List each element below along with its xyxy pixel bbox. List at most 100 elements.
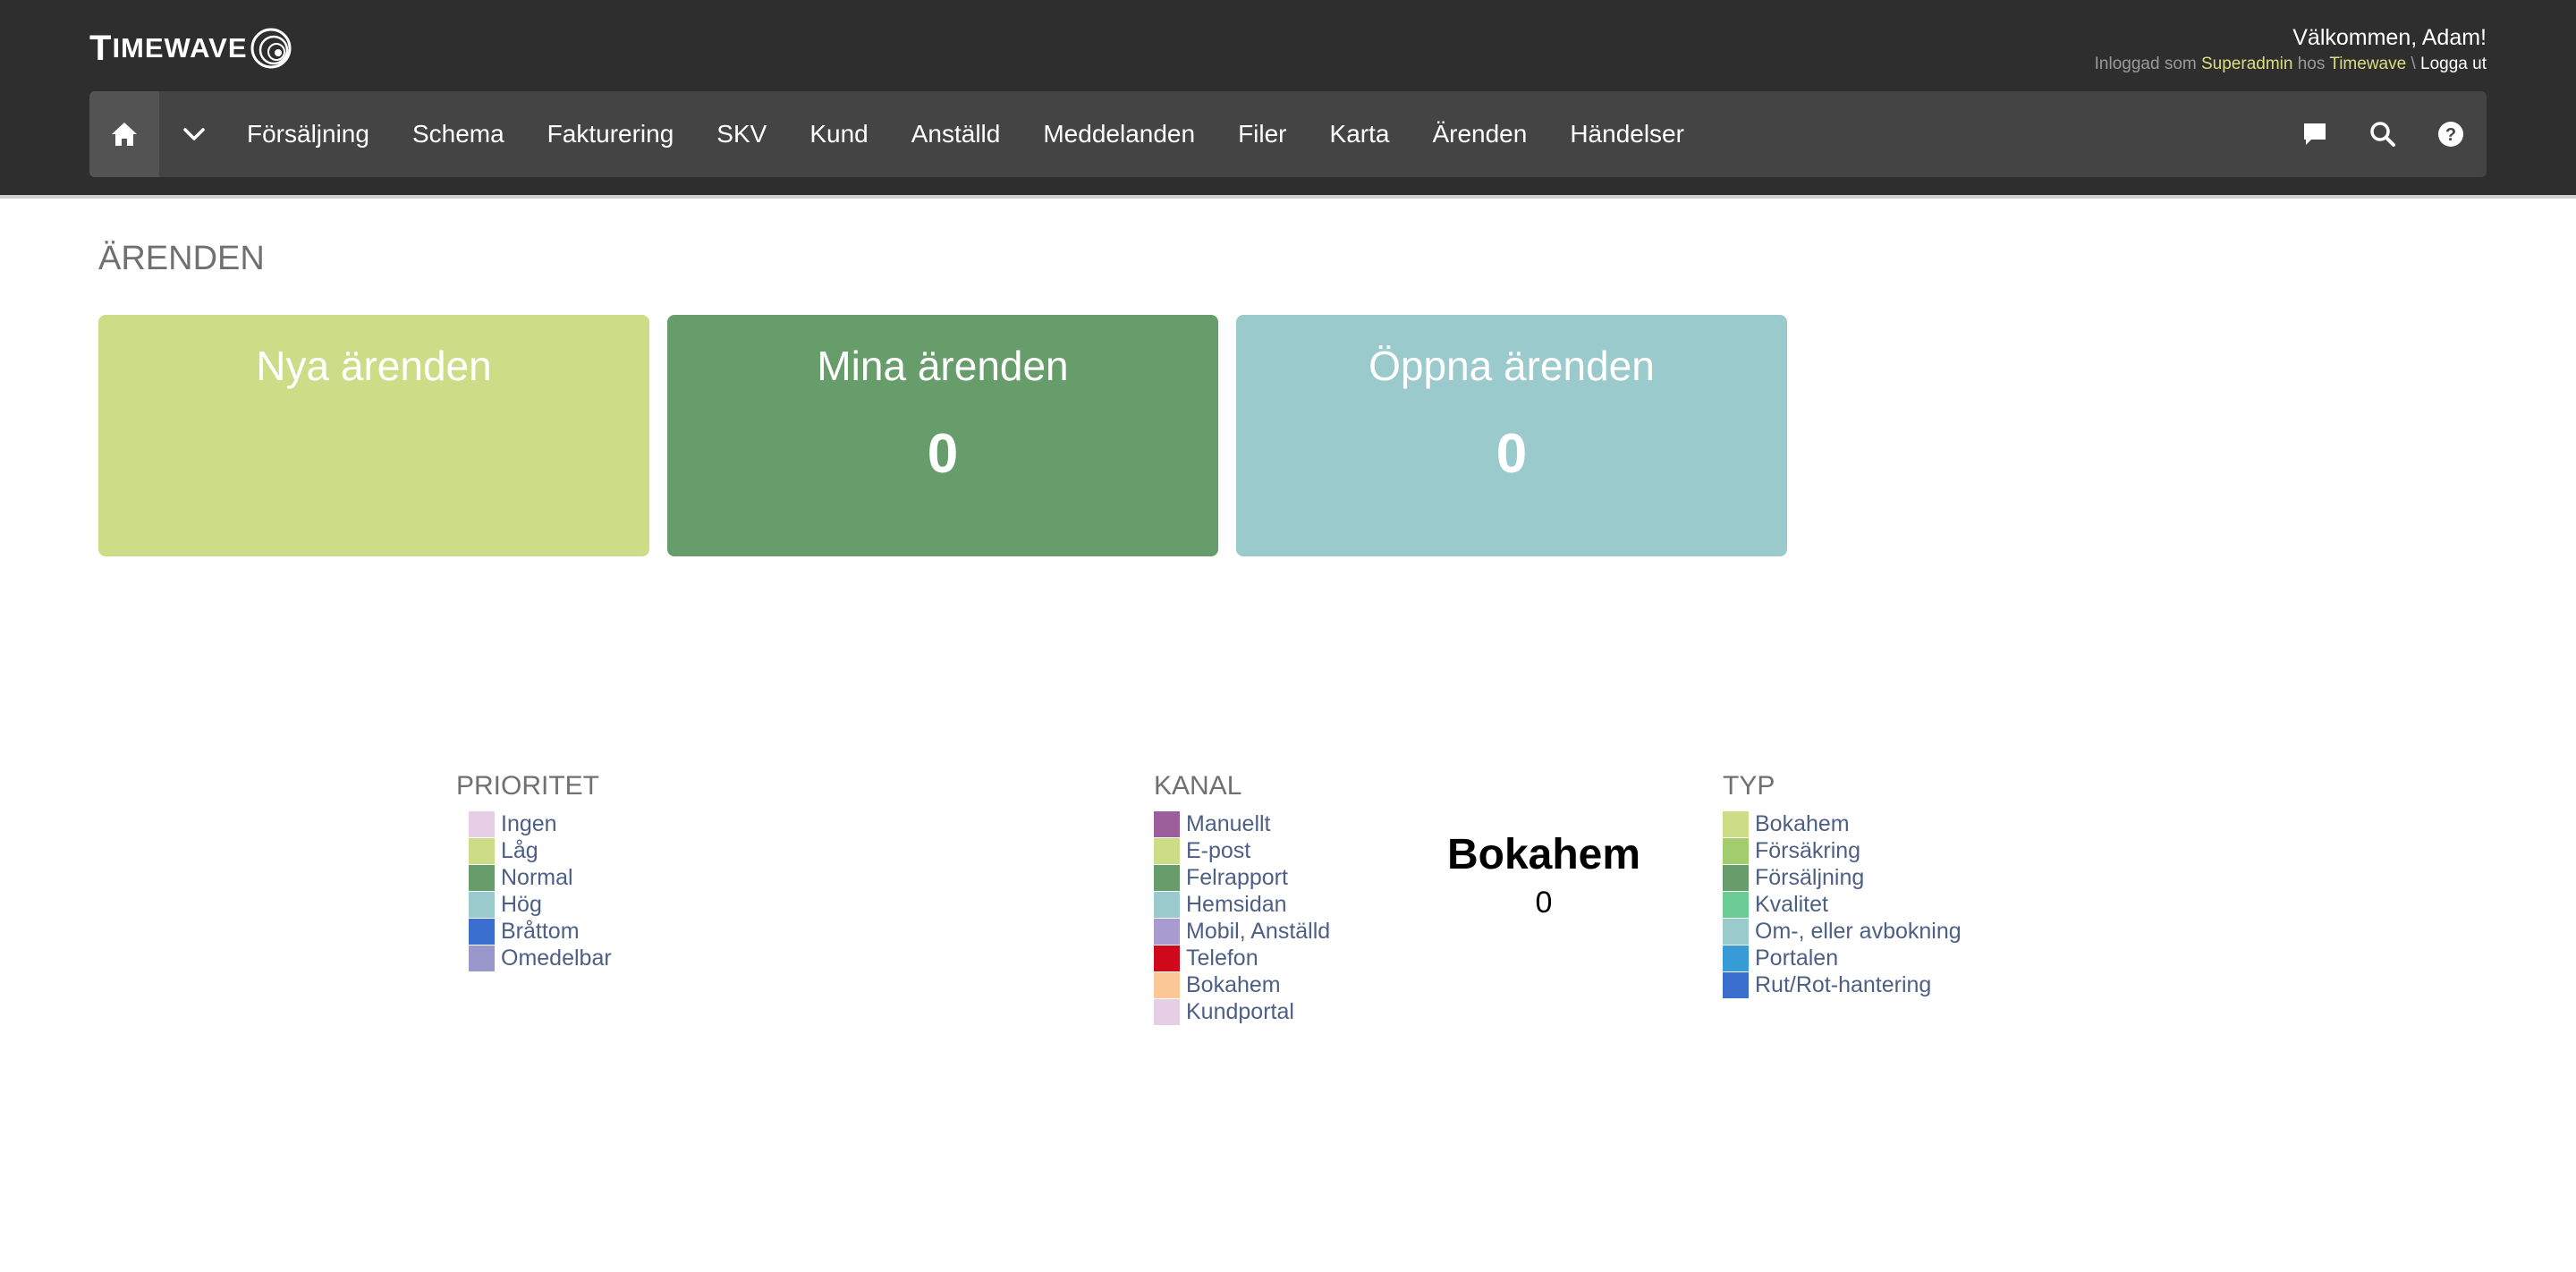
logo-text-cap: T [89,28,113,68]
card-nya-arenden[interactable]: Nya ärenden [98,315,649,556]
nav-item-schema[interactable]: Schema [412,120,504,148]
chat-button[interactable] [2299,118,2331,150]
legend-item[interactable]: Omedelbar [469,945,612,971]
chart-center-value: 0 [1535,886,1553,920]
card-oppna-arenden[interactable]: Öppna ärenden 0 [1236,315,1787,556]
legend-swatch [469,864,495,891]
nav-item-filer[interactable]: Filer [1238,120,1286,148]
card-title: Mina ärenden [817,343,1069,389]
nav-item-handelser[interactable]: Händelser [1570,120,1684,148]
legend-label: Bokahem [1755,810,1850,836]
legend-item[interactable]: Bokahem [1723,810,1962,837]
legend-label: Bråttom [501,918,580,944]
legend-swatch [1154,810,1180,837]
legend-item[interactable]: Telefon [1154,945,1330,971]
login-prefix: Inloggad som [2094,55,2197,73]
legend-item[interactable]: Felrapport [1154,864,1330,891]
logo-text: IMEWAVE [112,32,248,64]
card-mina-arenden[interactable]: Mina ärenden 0 [667,315,1218,556]
legend-swatch [1154,998,1180,1025]
search-button[interactable] [2367,118,2399,150]
timewave-logo[interactable]: T IMEWAVE [89,25,292,72]
legend-item[interactable]: Mobil, Anställd [1154,918,1330,945]
legend-item[interactable]: Om-, eller avbokning [1723,918,1962,945]
legend-item[interactable]: Bråttom [469,918,612,945]
svg-text:?: ? [2445,125,2456,145]
login-company-link[interactable]: Timewave [2329,55,2406,73]
legend-item[interactable]: Bokahem [1154,971,1330,998]
legend-item[interactable]: Kvalitet [1723,891,1962,918]
legend-item[interactable]: Portalen [1723,945,1962,971]
nav-item-kund[interactable]: Kund [809,120,868,148]
legend-swatch [469,891,495,918]
nav-item-fakturering[interactable]: Fakturering [547,120,674,148]
page-title: ÄRENDEN [98,240,265,277]
legend-item[interactable]: Försäkring [1723,837,1962,864]
legend-label: Ingen [501,810,557,836]
nav-dropdown-button[interactable] [163,91,225,177]
legend-item[interactable]: Försäljning [1723,864,1962,891]
card-value: 0 [927,423,959,485]
legend-title-prioritet: PRIORITET [456,771,600,801]
legend-label: Mobil, Anställd [1186,918,1331,944]
welcome-text: Välkommen, Adam! [2292,25,2487,50]
legend-swatch [469,810,495,837]
nav-item-skv[interactable]: SKV [716,120,767,148]
legend-swatch [1154,918,1180,945]
login-separator: \ [2411,55,2416,73]
legend-label: Manuellt [1186,810,1271,836]
legend-item[interactable]: Kundportal [1154,998,1330,1025]
nav-icon-group: ? [2263,91,2467,177]
legend-label: Portalen [1755,945,1839,971]
legend-swatch [1723,810,1749,837]
legend-label: Kundportal [1186,998,1294,1024]
legend-swatch [1154,837,1180,864]
legend-label: Telefon [1186,945,1258,971]
legend-swatch [469,945,495,971]
login-role-link[interactable]: Superadmin [2201,55,2292,73]
legend-kanal: Manuellt E-post Felrapport Hemsidan Mobil, A… [1154,810,1330,1025]
top-header: T IMEWAVE Välkommen, Adam! Inloggad som S… [0,0,2576,199]
legend-label: Försäljning [1755,864,1865,890]
legend-label: Felrapport [1186,864,1288,890]
legend-label: Om-, eller avbokning [1755,918,1962,944]
legend-swatch [1154,971,1180,998]
nav-item-forsaljning[interactable]: Försäljning [247,120,369,148]
legend-label: Kvalitet [1755,891,1828,917]
legend-title-kanal: KANAL [1154,771,1242,801]
legend-item[interactable]: Hög [469,891,612,918]
card-value: 0 [1496,423,1528,485]
legend-swatch [1723,837,1749,864]
legend-label: Låg [501,837,538,863]
legend-swatch [469,918,495,945]
nav-links: Försäljning Schema Fakturering SKV Kund … [247,91,1727,177]
card-title: Nya ärenden [256,343,492,389]
legend-swatch [1723,918,1749,945]
legend-item[interactable]: Ingen [469,810,612,837]
chat-icon [2304,123,2326,145]
nav-item-karta[interactable]: Karta [1330,120,1390,148]
legend-label: Hemsidan [1186,891,1287,917]
legend-prioritet: Ingen Låg Normal Hög Bråttom Omedelbar [469,810,612,971]
logout-link[interactable]: Logga ut [2420,55,2487,73]
legend-label: Försäkring [1755,837,1861,863]
legend-item[interactable]: E-post [1154,837,1330,864]
legend-swatch [1723,945,1749,971]
home-button[interactable] [89,91,159,177]
nav-item-meddelanden[interactable]: Meddelanden [1043,120,1195,148]
legend-item[interactable]: Normal [469,864,612,891]
nav-item-anstalld[interactable]: Anställd [911,120,1001,148]
login-mid-text: hos [2297,55,2326,73]
home-icon [112,123,137,146]
legend-item[interactable]: Rut/Rot-hantering [1723,971,1962,998]
legend-label: Normal [501,864,573,890]
legend-item[interactable]: Låg [469,837,612,864]
nav-item-arenden[interactable]: Ärenden [1432,120,1527,148]
legend-item[interactable]: Manuellt [1154,810,1330,837]
chart-center-title: Bokahem [1446,831,1641,878]
legend-item[interactable]: Hemsidan [1154,891,1330,918]
legend-swatch [1154,864,1180,891]
legend-label: E-post [1186,837,1251,863]
help-button[interactable]: ? [2435,118,2467,150]
legend-label: Bokahem [1186,971,1281,997]
